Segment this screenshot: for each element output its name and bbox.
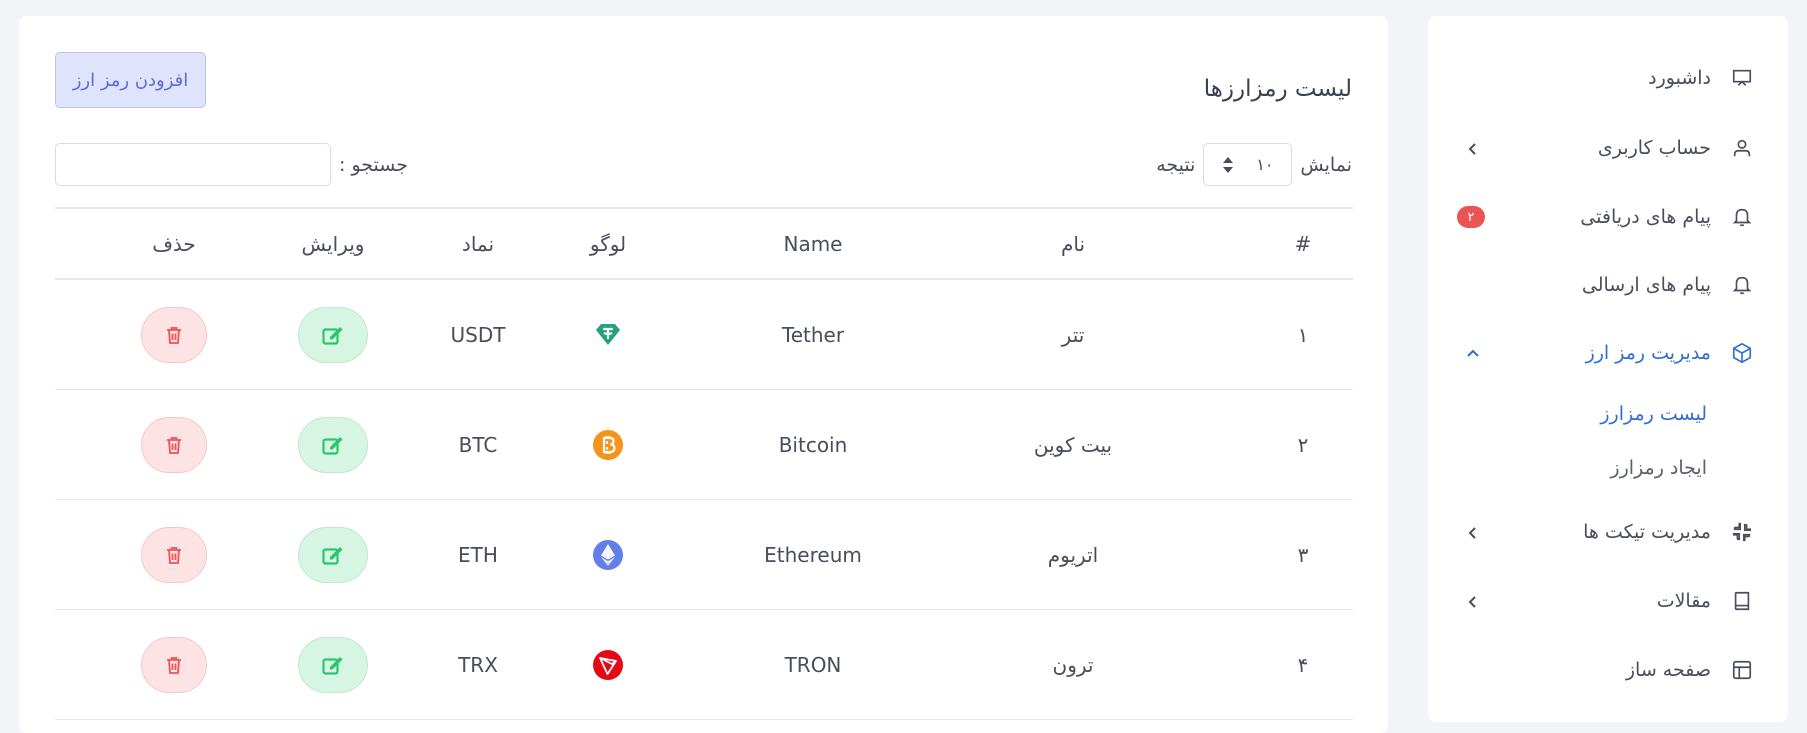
header-number[interactable]: # — [1253, 209, 1353, 278]
delete-button[interactable] — [141, 636, 207, 693]
row-name-en: Tether — [781, 322, 845, 347]
header-logo[interactable]: لوگو — [553, 209, 663, 278]
tether-logo — [593, 320, 623, 350]
table-row: ۳ اتریوم Ethereum ETH — [55, 500, 1353, 610]
page-length-control: نمایش ۱۰ نتیجه — [1156, 143, 1352, 186]
sidebar-subitem-create-crypto[interactable]: ایجاد رمزارز — [1610, 451, 1707, 485]
header-name-fa[interactable]: نام — [953, 209, 1193, 278]
page-title: لیست رمزارزها — [1203, 76, 1352, 102]
sidebar-item-dashboard[interactable]: داشبورد — [1428, 58, 1788, 98]
sort-arrows-icon — [1222, 156, 1234, 174]
row-number: ۱ — [1297, 322, 1309, 347]
row-symbol: USDT — [450, 322, 506, 347]
sidebar-item-crypto-management[interactable]: مدیریت رمز ارز — [1428, 333, 1788, 373]
table-header: # نام Name لوگو نماد ویرایش حذف — [55, 207, 1353, 280]
sidebar-item-tickets[interactable]: مدیریت تیکت ها — [1428, 512, 1788, 552]
edit-icon — [322, 326, 343, 345]
row-name-fa: ترون — [1052, 652, 1094, 677]
table-row: ۲ بیت کوین Bitcoin BTC — [55, 390, 1353, 500]
edit-icon — [322, 656, 343, 675]
search-label: جستجو : — [339, 153, 408, 176]
edit-button[interactable] — [298, 306, 368, 363]
ethereum-logo — [593, 539, 623, 570]
edit-icon — [322, 436, 343, 455]
sidebar-item-label: مدیریت رمز ارز — [1585, 342, 1711, 364]
row-name-en: TRON — [784, 652, 842, 677]
sidebar-item-label: حساب کاربری — [1597, 137, 1711, 159]
crypto-table: # نام Name لوگو نماد ویرایش حذف ۱ تتر Te… — [55, 207, 1353, 720]
edit-icon — [322, 546, 343, 565]
sidebar-subitem-crypto-list[interactable]: لیست رمزارز — [1600, 397, 1707, 431]
trash-icon — [167, 436, 181, 454]
show-label: نمایش — [1300, 153, 1352, 176]
trash-icon — [167, 656, 181, 674]
trash-icon — [167, 546, 181, 564]
header-symbol[interactable]: نماد — [413, 209, 543, 278]
slack-icon — [1729, 519, 1755, 545]
sidebar-item-label: پیام های ارسالی — [1581, 274, 1711, 296]
row-number: ۴ — [1297, 652, 1309, 677]
result-label: نتیجه — [1156, 153, 1196, 176]
chevron-left-icon — [1465, 593, 1481, 609]
layout-icon — [1729, 657, 1755, 683]
table-row: ۱ تتر Tether USDT — [55, 280, 1353, 390]
search-input[interactable] — [55, 143, 331, 186]
sidebar-item-label: مدیریت تیکت ها — [1583, 521, 1711, 543]
add-crypto-button[interactable]: افزودن رمز ارز — [55, 52, 206, 108]
edit-button[interactable] — [298, 526, 368, 583]
row-symbol: BTC — [458, 432, 498, 457]
header-name-en[interactable]: Name — [673, 209, 953, 278]
chevron-left-icon — [1465, 524, 1481, 540]
main-card: لیست رمزارزها افزودن رمز ارز نمایش ۱۰ نت… — [19, 16, 1388, 733]
row-name-fa: بیت کوین — [1033, 432, 1113, 457]
chevron-left-icon — [1465, 140, 1481, 156]
delete-button[interactable] — [141, 526, 207, 583]
unread-count-badge: ۲ — [1457, 206, 1485, 228]
sidebar-item-label: داشبورد — [1648, 67, 1711, 89]
row-name-fa: تتر — [1061, 322, 1085, 347]
page-length-value: ۱۰ — [1256, 155, 1274, 174]
delete-button[interactable] — [141, 416, 207, 473]
search-control: جستجو : — [55, 143, 408, 186]
book-icon — [1729, 588, 1755, 614]
row-name-en: Ethereum — [764, 542, 862, 567]
bitcoin-logo — [593, 429, 623, 460]
row-symbol: ETH — [458, 542, 498, 567]
table-row: ۴ ترون TRON TRX — [55, 610, 1353, 720]
sidebar-item-account[interactable]: حساب کاربری — [1428, 128, 1788, 168]
sidebar-item-inbox[interactable]: پیام های دریافتی ۲ — [1428, 197, 1788, 237]
row-name-fa: اتریوم — [1047, 542, 1099, 567]
monitor-icon — [1729, 65, 1755, 91]
row-number: ۳ — [1297, 542, 1309, 567]
delete-button[interactable] — [141, 306, 207, 363]
row-symbol: TRX — [458, 652, 498, 677]
chevron-up-icon — [1465, 345, 1481, 361]
tron-logo — [593, 649, 623, 680]
sidebar-item-sent[interactable]: پیام های ارسالی — [1428, 265, 1788, 305]
sidebar-item-label: پیام های دریافتی — [1580, 206, 1711, 228]
bell-icon — [1729, 204, 1755, 230]
edit-button[interactable] — [298, 636, 368, 693]
row-name-en: Bitcoin — [778, 432, 848, 457]
row-number: ۲ — [1297, 432, 1309, 457]
page-length-select[interactable]: ۱۰ — [1203, 143, 1293, 186]
header-edit[interactable]: ویرایش — [253, 209, 413, 278]
sidebar-item-label: مقالات — [1656, 590, 1711, 612]
edit-button[interactable] — [298, 416, 368, 473]
user-icon — [1729, 135, 1755, 161]
trash-icon — [167, 326, 181, 344]
header-delete[interactable]: حذف — [95, 209, 253, 278]
sidebar-item-articles[interactable]: مقالات — [1428, 581, 1788, 621]
box-icon — [1729, 340, 1755, 366]
sidebar: داشبورد حساب کاربری پیام های دریافتی ۲ پ… — [1428, 16, 1788, 722]
sidebar-item-label: صفحه ساز — [1625, 659, 1711, 681]
sidebar-item-page-builder[interactable]: صفحه ساز — [1428, 650, 1788, 690]
bell-icon — [1729, 272, 1755, 298]
